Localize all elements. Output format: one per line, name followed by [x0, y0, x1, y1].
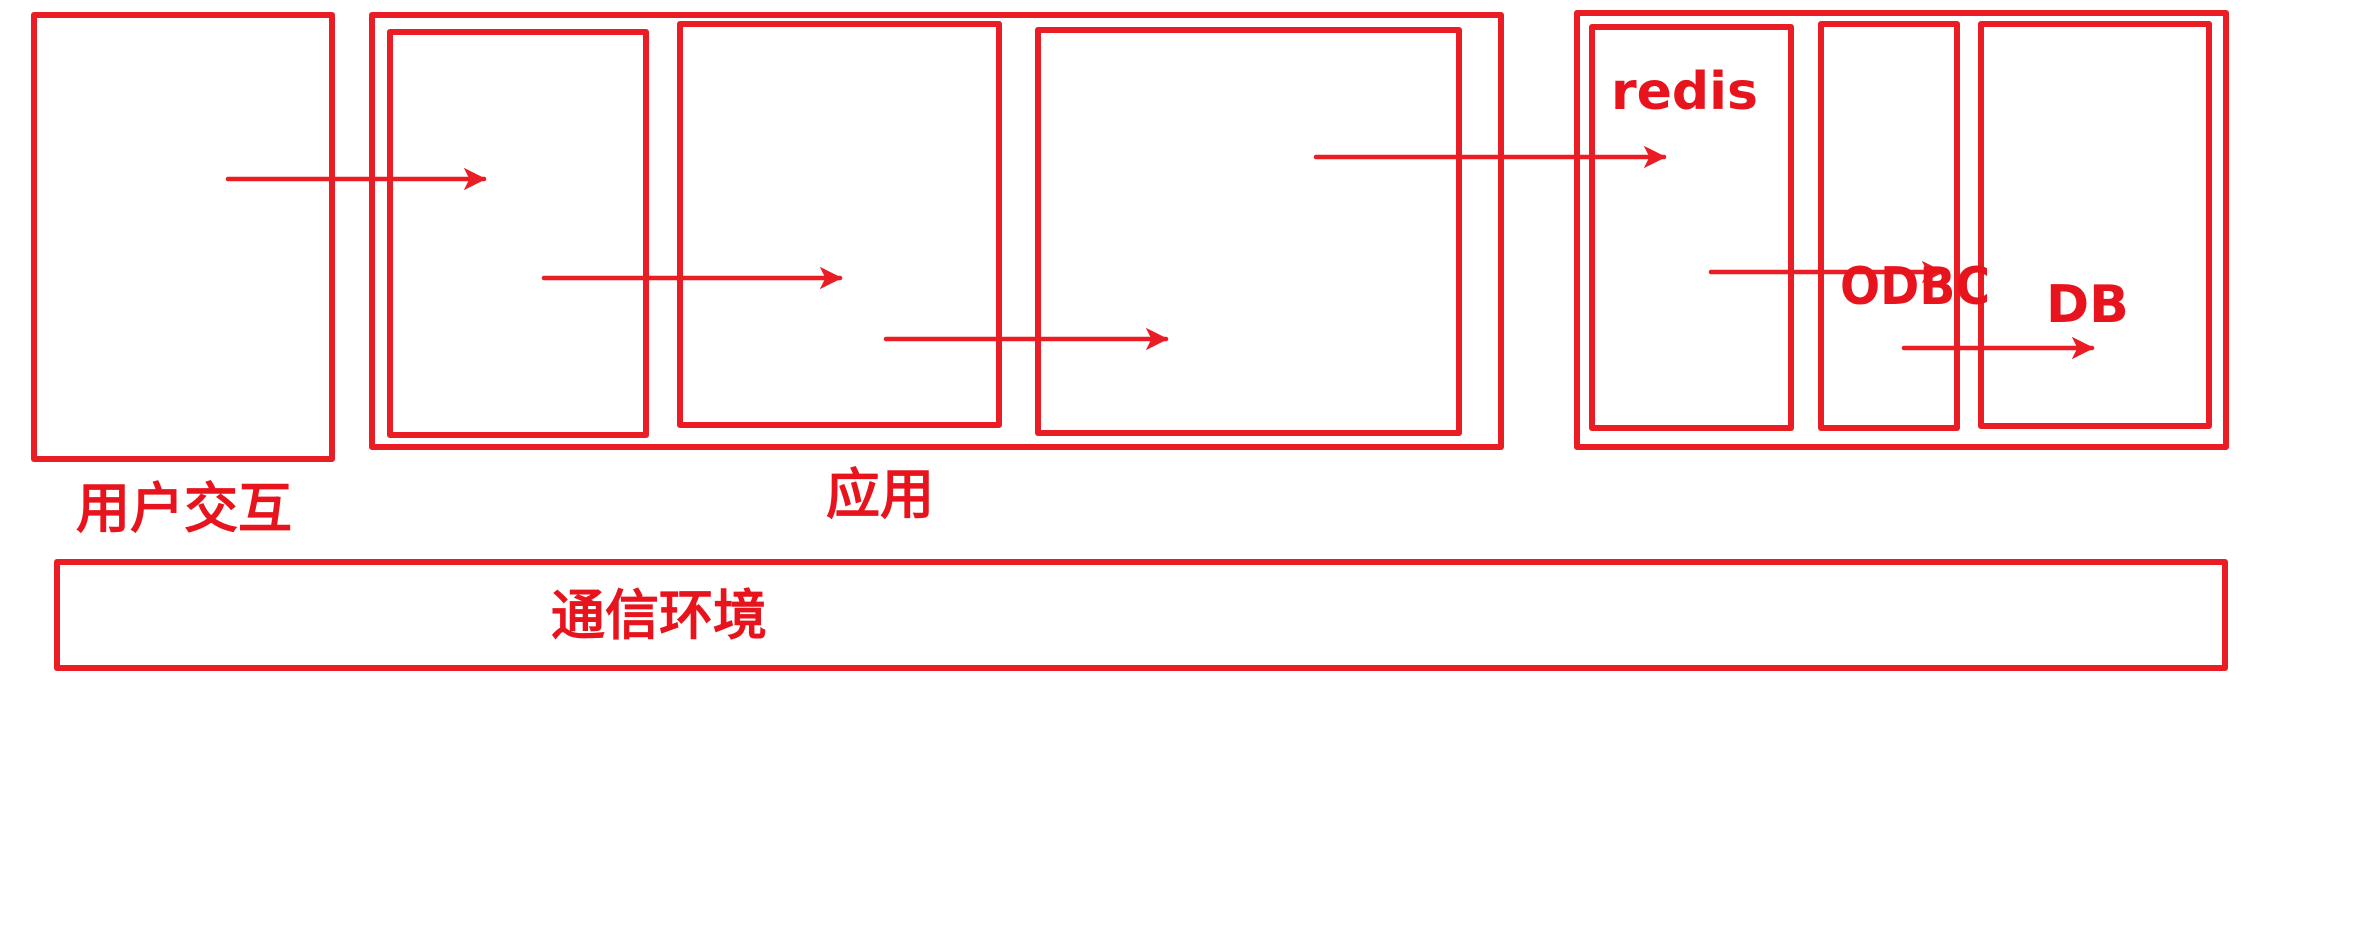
application-container — [369, 12, 1504, 450]
odbc-box — [1818, 21, 1960, 431]
redis-label: redis — [1611, 62, 1758, 122]
application-module-3 — [1035, 27, 1462, 436]
user-interaction-box — [31, 12, 335, 462]
application-module-1 — [387, 29, 649, 438]
user-interaction-label: 用户交互 — [76, 477, 292, 540]
communication-environment-box — [54, 559, 2228, 671]
db-box — [1978, 21, 2212, 429]
application-module-2 — [677, 21, 1002, 428]
application-label: 应用 — [826, 463, 934, 526]
odbc-label: ODBC — [1840, 257, 1990, 317]
architecture-diagram: 用户交互 应用 通信环境 redis ODBC DB — [31, 10, 2229, 671]
db-label: DB — [2046, 275, 2129, 335]
communication-environment-label: 通信环境 — [551, 584, 767, 647]
